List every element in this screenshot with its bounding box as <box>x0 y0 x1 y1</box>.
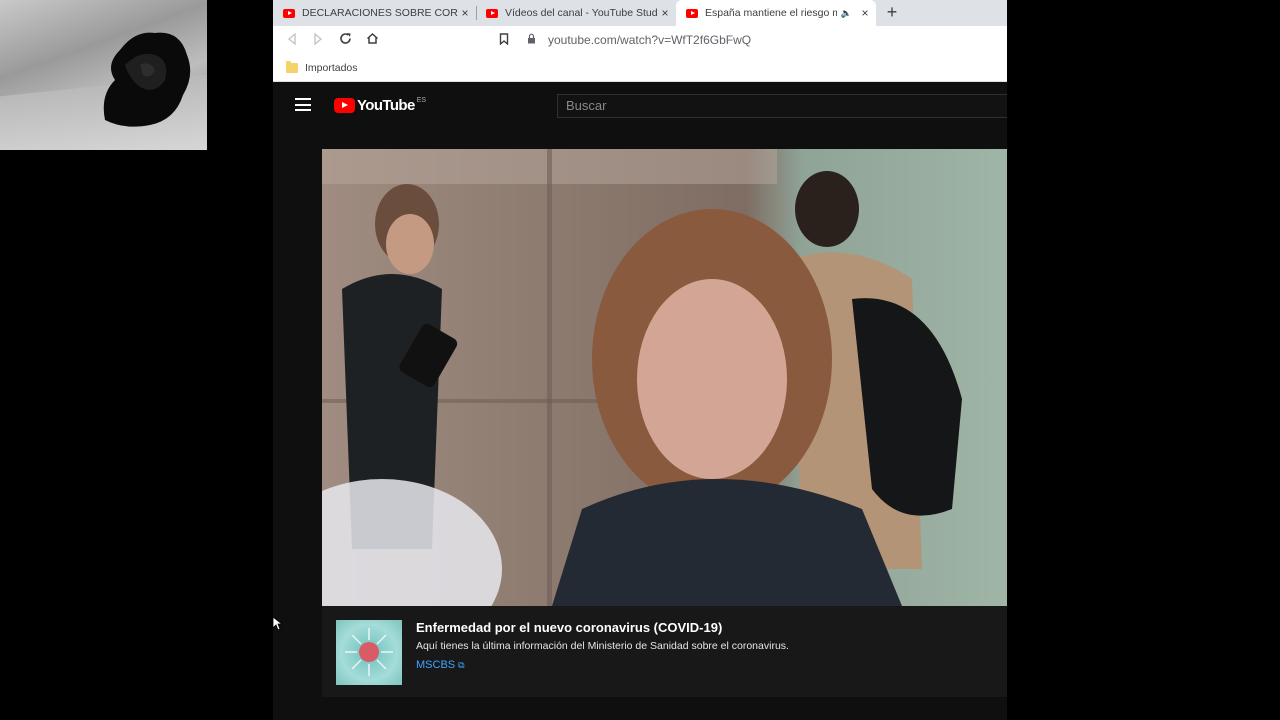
reload-button[interactable] <box>335 30 355 50</box>
tab-title: España mantiene el riesgo moderado <box>705 7 837 19</box>
screen: DECLARACIONES SOBRE CORONAVIRUS × Vídeos… <box>0 0 1280 720</box>
info-panel-title[interactable]: Enfermedad por el nuevo coronavirus (COV… <box>416 620 722 635</box>
url-text[interactable]: youtube.com/watch?v=WfT2f6GbFwQ <box>548 33 751 47</box>
home-icon <box>366 32 378 44</box>
hamburger-menu-icon[interactable] <box>295 98 311 111</box>
webcam-overlay-image <box>0 0 207 150</box>
tab-title: Vídeos del canal - YouTube Studio <box>505 7 658 19</box>
bookmark-icon[interactable] <box>499 32 515 48</box>
mouse-cursor-icon <box>273 617 283 631</box>
tab-strip: DECLARACIONES SOBRE CORONAVIRUS × Vídeos… <box>273 0 1007 26</box>
arrow-left-icon <box>287 32 296 46</box>
tab-youtube-studio[interactable]: Vídeos del canal - YouTube Studio × <box>476 0 676 26</box>
youtube-logo-text: YouTube <box>357 97 415 114</box>
lock-icon[interactable] <box>527 33 539 47</box>
bookmarks-bar: Importados <box>273 54 1007 82</box>
youtube-header: YouTube ES Buscar <box>273 83 1007 129</box>
youtube-favicon-icon <box>686 8 698 18</box>
bookmark-folder-importados[interactable]: Importados <box>305 62 358 74</box>
tab-declaraciones[interactable]: DECLARACIONES SOBRE CORONAVIRUS × <box>273 0 476 26</box>
arrow-right-icon <box>314 32 323 46</box>
virus-thumbnail-image[interactable] <box>336 620 402 685</box>
video-player[interactable] <box>322 149 1007 606</box>
back-button[interactable] <box>282 30 302 50</box>
address-bar[interactable]: youtube.com/watch?v=WfT2f6GbFwQ <box>499 28 1007 52</box>
tab-title: DECLARACIONES SOBRE CORONAVIRUS <box>302 7 458 19</box>
info-panel-description: Aquí tienes la última información del Mi… <box>416 640 789 652</box>
search-input[interactable]: Buscar <box>557 94 1007 118</box>
youtube-logo[interactable]: YouTube ES <box>334 97 426 114</box>
mscbs-link-label: MSCBS <box>416 659 456 671</box>
close-tab-icon[interactable]: × <box>658 6 672 20</box>
tab-espana-riesgo[interactable]: España mantiene el riesgo moderado 🔈 × <box>676 0 876 26</box>
browser-toolbar: youtube.com/watch?v=WfT2f6GbFwQ <box>273 26 1007 54</box>
reload-icon <box>339 33 351 44</box>
new-tab-button[interactable]: + <box>882 2 902 22</box>
home-button[interactable] <box>362 30 382 50</box>
close-tab-icon[interactable]: × <box>458 6 472 20</box>
covid-info-panel: Enfermedad por el nuevo coronavirus (COV… <box>322 606 1007 697</box>
youtube-play-icon <box>334 98 355 113</box>
mscbs-link[interactable]: MSCBS ⧉ <box>416 659 465 671</box>
speaker-icon[interactable]: 🔈 <box>841 8 852 19</box>
black-rose-image <box>103 32 191 127</box>
video-frame <box>322 149 962 606</box>
close-tab-icon[interactable]: × <box>858 6 872 20</box>
youtube-favicon-icon <box>486 8 498 18</box>
external-link-icon: ⧉ <box>458 659 465 670</box>
folder-icon <box>286 60 298 73</box>
forward-button[interactable] <box>308 30 328 50</box>
youtube-favicon-icon <box>283 8 295 18</box>
country-code: ES <box>416 97 427 104</box>
browser-window: DECLARACIONES SOBRE CORONAVIRUS × Vídeos… <box>273 0 1007 720</box>
